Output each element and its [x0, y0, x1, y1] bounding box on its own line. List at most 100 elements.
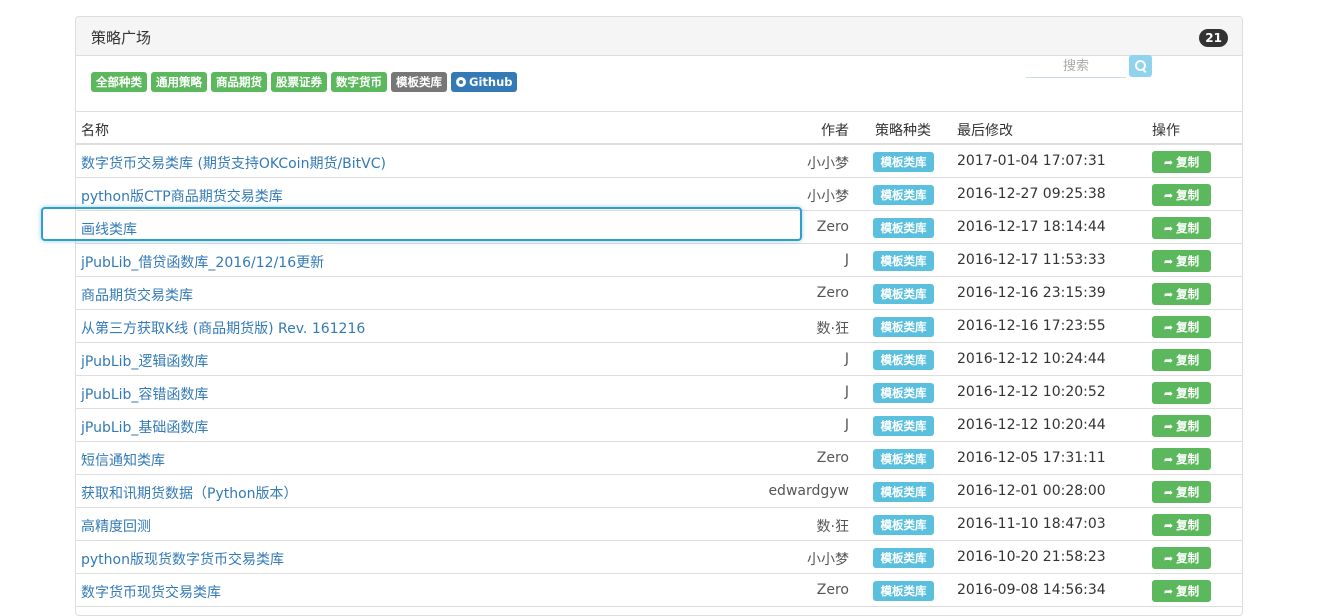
strategy-name-link[interactable]: python版现货数字货币交易类库 — [81, 549, 284, 569]
strategy-name-link[interactable]: 从第三方获取K线 (商品期货版) Rev. 161216 — [81, 318, 365, 338]
copy-button[interactable]: ➦ 复制 — [1152, 184, 1211, 206]
table-row: jPubLib_基础函数库 J 模板类库 2016-12-12 10:20:44 ➦ 复制 — [76, 409, 1242, 442]
table-row: 获取和讯期货数据（Python版本） edwardgyw 模板类库 2016-12-0… — [76, 475, 1242, 508]
share-icon: ➦ — [1163, 518, 1174, 532]
category-label: 模板类库 — [873, 218, 934, 238]
strategy-name-link[interactable]: 画线类库 — [81, 219, 137, 239]
header-modified[interactable]: 最后修改 — [957, 120, 1013, 140]
table-row: jPubLib_借贷函数库_2016/12/16更新 J 模板类库 2016-12-1… — [76, 244, 1242, 277]
copy-button[interactable]: ➦ 复制 — [1152, 448, 1211, 470]
copy-button[interactable]: ➦ 复制 — [1152, 547, 1211, 569]
filter-category-button[interactable]: 数字货币 — [331, 72, 387, 92]
copy-button[interactable]: ➦ 复制 — [1152, 580, 1211, 602]
strategy-name-link[interactable]: jPubLib_基础函数库 — [81, 417, 208, 437]
copy-button[interactable]: ➦ 复制 — [1152, 217, 1211, 239]
modified-time: 2016-12-01 00:28:00 — [957, 483, 1106, 499]
filter-label: 商品期货 — [216, 75, 262, 89]
strategy-name-link[interactable]: 短信通知类库 — [81, 450, 165, 470]
author-name: J — [844, 351, 849, 367]
strategy-name-link[interactable]: jPubLib_容错函数库 — [81, 384, 208, 404]
copy-label: 复制 — [1176, 155, 1200, 169]
copy-button[interactable]: ➦ 复制 — [1152, 349, 1211, 371]
copy-button[interactable]: ➦ 复制 — [1152, 283, 1211, 305]
strategy-name-link[interactable]: 商品期货交易类库 — [81, 285, 193, 305]
author-name: Zero — [816, 582, 849, 598]
count-badge: 21 — [1199, 29, 1228, 47]
header-action: 操作 — [1152, 123, 1180, 139]
copy-button[interactable]: ➦ 复制 — [1152, 481, 1211, 503]
table-row: 数字货币现货交易类库 Zero 模板类库 2016-09-08 14:56:34 ➦ 复制 — [76, 574, 1242, 607]
search-input[interactable] — [1026, 55, 1126, 78]
copy-label: 复制 — [1176, 518, 1200, 532]
category-label: 模板类库 — [873, 482, 934, 502]
category-label: 模板类库 — [873, 416, 934, 436]
modified-time: 2016-11-10 18:47:03 — [957, 516, 1106, 532]
category-label: 模板类库 — [873, 548, 934, 568]
filter-category-button[interactable]: 商品期货 — [211, 72, 267, 92]
strategy-square-panel: 策略广场 21 全部种类 通用策略 商品期货 股票证券 数字货币 模板类库 Github 名… — [75, 16, 1243, 616]
author-name: 小小梦 — [807, 552, 849, 568]
search-button[interactable] — [1129, 55, 1152, 77]
header-category[interactable]: 策略种类 — [875, 120, 931, 140]
copy-button[interactable]: ➦ 复制 — [1152, 514, 1211, 536]
filter-label: Github — [469, 75, 513, 89]
copy-label: 复制 — [1176, 287, 1200, 301]
copy-label: 复制 — [1176, 551, 1200, 565]
github-icon — [456, 77, 466, 87]
strategy-name-link[interactable]: python版CTP商品期货交易类库 — [81, 186, 283, 206]
category-label: 模板类库 — [873, 251, 934, 271]
share-icon: ➦ — [1163, 221, 1174, 235]
strategy-name-link[interactable]: jPubLib_逻辑函数库 — [81, 351, 208, 371]
category-label: 模板类库 — [873, 317, 934, 337]
copy-label: 复制 — [1176, 353, 1200, 367]
table-header: 名称 作者 策略种类 最后修改 操作 — [76, 112, 1242, 145]
copy-button[interactable]: ➦ 复制 — [1152, 415, 1211, 437]
copy-label: 复制 — [1176, 386, 1200, 400]
filter-label: 通用策略 — [156, 75, 202, 89]
strategy-name-link[interactable]: 数字货币交易类库 (期货支持OKCoin期货/BitVC) — [81, 153, 386, 173]
header-name[interactable]: 名称 — [81, 120, 109, 140]
filter-category-button[interactable]: 股票证券 — [271, 72, 327, 92]
share-icon: ➦ — [1163, 485, 1174, 499]
strategy-name-link[interactable]: 高精度回测 — [81, 516, 151, 536]
copy-label: 复制 — [1176, 419, 1200, 433]
strategy-table-body: 数字货币交易类库 (期货支持OKCoin期货/BitVC) 小小梦 模板类库 2017… — [76, 145, 1242, 607]
copy-button[interactable]: ➦ 复制 — [1152, 250, 1211, 272]
strategy-name-link[interactable]: 数字货币现货交易类库 — [81, 582, 221, 602]
table-row: jPubLib_逻辑函数库 J 模板类库 2016-12-12 10:24:44 ➦ 复制 — [76, 343, 1242, 376]
modified-time: 2016-12-05 17:31:11 — [957, 450, 1106, 466]
author-name: 小小梦 — [807, 156, 849, 172]
modified-time: 2017-01-04 17:07:31 — [957, 153, 1106, 169]
share-icon: ➦ — [1163, 452, 1174, 466]
filter-github-button[interactable]: Github — [451, 72, 518, 92]
copy-label: 复制 — [1176, 254, 1200, 268]
filter-category-button[interactable]: 通用策略 — [151, 72, 207, 92]
category-label: 模板类库 — [873, 284, 934, 304]
filter-category-button[interactable]: 全部种类 — [91, 72, 147, 92]
category-label: 模板类库 — [873, 449, 934, 469]
share-icon: ➦ — [1163, 551, 1174, 565]
share-icon: ➦ — [1163, 287, 1174, 301]
modified-time: 2016-12-16 17:23:55 — [957, 318, 1106, 334]
table-row: python版CTP商品期货交易类库 小小梦 模板类库 2016-12-27 09:2… — [76, 178, 1242, 211]
category-label: 模板类库 — [873, 152, 934, 172]
category-label: 模板类库 — [873, 383, 934, 403]
copy-label: 复制 — [1176, 452, 1200, 466]
copy-button[interactable]: ➦ 复制 — [1152, 151, 1211, 173]
strategy-name-link[interactable]: 获取和讯期货数据（Python版本） — [81, 483, 298, 503]
copy-label: 复制 — [1176, 188, 1200, 202]
filter-category-button[interactable]: 模板类库 — [391, 72, 447, 92]
modified-time: 2016-12-17 11:53:33 — [957, 252, 1106, 268]
header-author[interactable]: 作者 — [821, 120, 849, 140]
panel-title: 策略广场 — [91, 29, 152, 47]
author-name: 小小梦 — [807, 189, 849, 205]
panel-heading: 策略广场 21 — [76, 17, 1242, 56]
filter-label: 数字货币 — [336, 75, 382, 89]
share-icon: ➦ — [1163, 419, 1174, 433]
copy-button[interactable]: ➦ 复制 — [1152, 316, 1211, 338]
modified-time: 2016-12-27 09:25:38 — [957, 186, 1106, 202]
category-label: 模板类库 — [873, 185, 934, 205]
copy-label: 复制 — [1176, 320, 1200, 334]
strategy-name-link[interactable]: jPubLib_借贷函数库_2016/12/16更新 — [81, 252, 324, 272]
copy-button[interactable]: ➦ 复制 — [1152, 382, 1211, 404]
